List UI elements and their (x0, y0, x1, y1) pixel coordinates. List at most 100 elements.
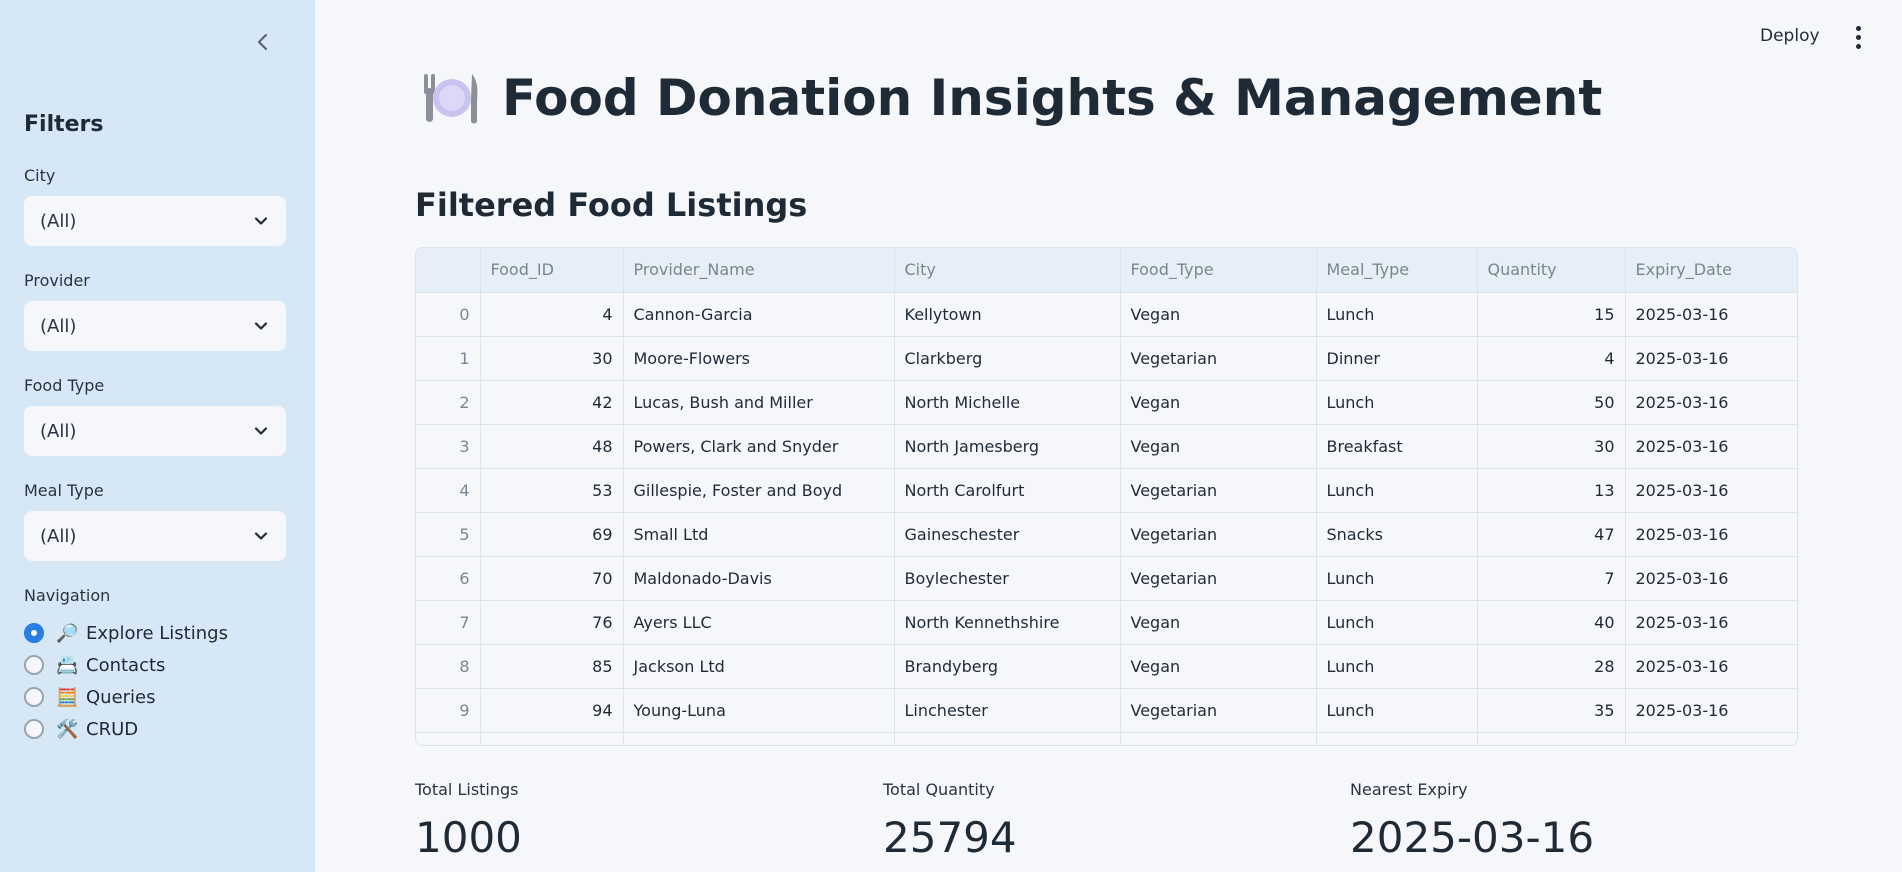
table-cell[interactable]: 2025-03-16 (1625, 556, 1797, 601)
nav-radio-crud[interactable]: 🛠️ CRUD (24, 717, 138, 741)
table-cell[interactable]: Brandyberg (894, 644, 1121, 689)
column-header[interactable]: Food_ID (480, 248, 624, 293)
column-header[interactable]: Quantity (1477, 248, 1626, 293)
table-row[interactable]: 1 30 Moore-Flowers Clarkberg Vegetarian Dinne… (416, 336, 1797, 381)
table-cell[interactable]: Snacks (1316, 512, 1478, 557)
table-cell[interactable]: Linchester (894, 688, 1121, 733)
column-header[interactable]: Meal_Type (1316, 248, 1478, 293)
table-cell[interactable]: 69 (480, 512, 624, 557)
column-header[interactable]: Provider_Name (623, 248, 895, 293)
provider-select[interactable]: (All) (24, 301, 286, 351)
row-index-cell[interactable]: 0 (416, 292, 481, 337)
row-index-cell[interactable]: 7 (416, 600, 481, 645)
deploy-button[interactable]: Deploy (1760, 26, 1820, 46)
table-row[interactable]: 9 94 Young-Luna Linchester Vegetarian Lunch 35… (416, 688, 1797, 733)
table-cell[interactable]: Breakfast (1316, 424, 1478, 469)
table-cell[interactable]: 2025-03-16 (1625, 644, 1797, 689)
table-cell[interactable]: 30 (480, 336, 624, 381)
table-row[interactable]: 5 69 Small Ltd Gaineschester Vegetarian Snack… (416, 512, 1797, 557)
table-cell[interactable]: North Jamesberg (894, 424, 1121, 469)
table-cell[interactable]: 2025-03-16 (1625, 468, 1797, 513)
row-index-cell[interactable]: 6 (416, 556, 481, 601)
table-cell[interactable]: 2025-03-16 (1625, 512, 1797, 557)
table-cell[interactable]: Vegan (1120, 644, 1317, 689)
collapse-sidebar-button[interactable] (249, 28, 277, 56)
table-cell[interactable] (623, 732, 895, 745)
main-menu-icon[interactable] (1848, 24, 1868, 50)
table-cell[interactable]: Lunch (1316, 468, 1478, 513)
table-row[interactable]: 2 42 Lucas, Bush and Miller North Michelle V… (416, 380, 1797, 425)
table-cell[interactable]: 76 (480, 600, 624, 645)
table-cell[interactable]: Lunch (1316, 600, 1478, 645)
table-cell[interactable]: 2025-03-16 (1625, 424, 1797, 469)
table-cell[interactable]: 48 (480, 424, 624, 469)
column-header[interactable]: City (894, 248, 1121, 293)
table-cell[interactable]: 2025-03-16 (1625, 688, 1797, 733)
table-cell[interactable]: 15 (1477, 292, 1626, 337)
table-cell[interactable]: 50 (1477, 380, 1626, 425)
radio-unselected-icon[interactable] (24, 655, 44, 675)
table-cell[interactable] (894, 732, 1121, 745)
table-cell[interactable]: Lunch (1316, 380, 1478, 425)
table-cell[interactable]: Vegan (1120, 380, 1317, 425)
table-cell[interactable]: Vegetarian (1120, 688, 1317, 733)
table-cell[interactable]: 28 (1477, 644, 1626, 689)
table-cell[interactable]: Lunch (1316, 556, 1478, 601)
table-cell[interactable]: Powers, Clark and Snyder (623, 424, 895, 469)
table-cell[interactable]: 70 (480, 556, 624, 601)
nav-radio-explore-listings[interactable]: 🔎 Explore Listings (24, 621, 228, 645)
radio-unselected-icon[interactable] (24, 719, 44, 739)
table-cell[interactable]: Vegetarian (1120, 512, 1317, 557)
table-cell[interactable] (1120, 732, 1317, 745)
table-cell[interactable]: Lunch (1316, 644, 1478, 689)
table-row[interactable]: 6 70 Maldonado-Davis Boylechester Vegetarian… (416, 556, 1797, 601)
table-cell[interactable]: 53 (480, 468, 624, 513)
table-cell[interactable]: 4 (480, 292, 624, 337)
table-cell[interactable]: 2025-03-16 (1625, 336, 1797, 381)
table-cell[interactable]: 85 (480, 644, 624, 689)
table-row[interactable]: 7 76 Ayers LLC North Kennethshire Vegan Lunch… (416, 600, 1797, 645)
city-select[interactable]: (All) (24, 196, 286, 246)
table-cell[interactable]: North Michelle (894, 380, 1121, 425)
row-index-cell[interactable]: 4 (416, 468, 481, 513)
table-cell[interactable]: Cannon-Garcia (623, 292, 895, 337)
table-cell[interactable]: Lunch (1316, 688, 1478, 733)
table-cell[interactable]: Vegetarian (1120, 556, 1317, 601)
table-cell[interactable]: Vegan (1120, 600, 1317, 645)
table-cell[interactable]: North Kennethshire (894, 600, 1121, 645)
table-cell[interactable]: North Carolfurt (894, 468, 1121, 513)
table-cell[interactable]: 2025-03-16 (1625, 380, 1797, 425)
table-cell[interactable]: Ayers LLC (623, 600, 895, 645)
table-cell[interactable]: Lucas, Bush and Miller (623, 380, 895, 425)
meal-type-select[interactable]: (All) (24, 511, 286, 561)
food-type-select[interactable]: (All) (24, 406, 286, 456)
table-cell[interactable]: 42 (480, 380, 624, 425)
table-cell[interactable]: Small Ltd (623, 512, 895, 557)
table-cell[interactable]: Dinner (1316, 336, 1478, 381)
table-cell[interactable]: Vegan (1120, 424, 1317, 469)
table-cell[interactable]: 2025-03-16 (1625, 292, 1797, 337)
table-cell[interactable]: 35 (1477, 688, 1626, 733)
column-header[interactable]: Expiry_Date (1625, 248, 1797, 293)
table-cell[interactable] (1316, 732, 1478, 745)
table-cell[interactable]: Clarkberg (894, 336, 1121, 381)
table-cell[interactable]: Vegetarian (1120, 336, 1317, 381)
table-cell[interactable]: Vegan (1120, 292, 1317, 337)
column-header[interactable]: Food_Type (1120, 248, 1317, 293)
table-cell[interactable]: 4 (1477, 336, 1626, 381)
table-cell[interactable] (1625, 732, 1797, 745)
table-row[interactable]: 3 48 Powers, Clark and Snyder North Jamesbe… (416, 424, 1797, 469)
table-cell[interactable]: 94 (480, 688, 624, 733)
listings-table[interactable]: Food_ID Provider_Name City Food_Type Mea… (415, 247, 1798, 746)
table-cell[interactable]: 7 (1477, 556, 1626, 601)
table-row[interactable]: 8 85 Jackson Ltd Brandyberg Vegan Lunch 28 2025… (416, 644, 1797, 689)
column-header[interactable] (416, 248, 481, 293)
row-index-cell[interactable]: 9 (416, 688, 481, 733)
table-row-partial[interactable] (416, 732, 1797, 745)
table-cell[interactable]: Jackson Ltd (623, 644, 895, 689)
nav-radio-queries[interactable]: 🧮 Queries (24, 685, 156, 709)
table-cell[interactable]: Boylechester (894, 556, 1121, 601)
table-cell[interactable]: Gillespie, Foster and Boyd (623, 468, 895, 513)
table-cell[interactable]: Moore-Flowers (623, 336, 895, 381)
row-index-cell[interactable]: 5 (416, 512, 481, 557)
